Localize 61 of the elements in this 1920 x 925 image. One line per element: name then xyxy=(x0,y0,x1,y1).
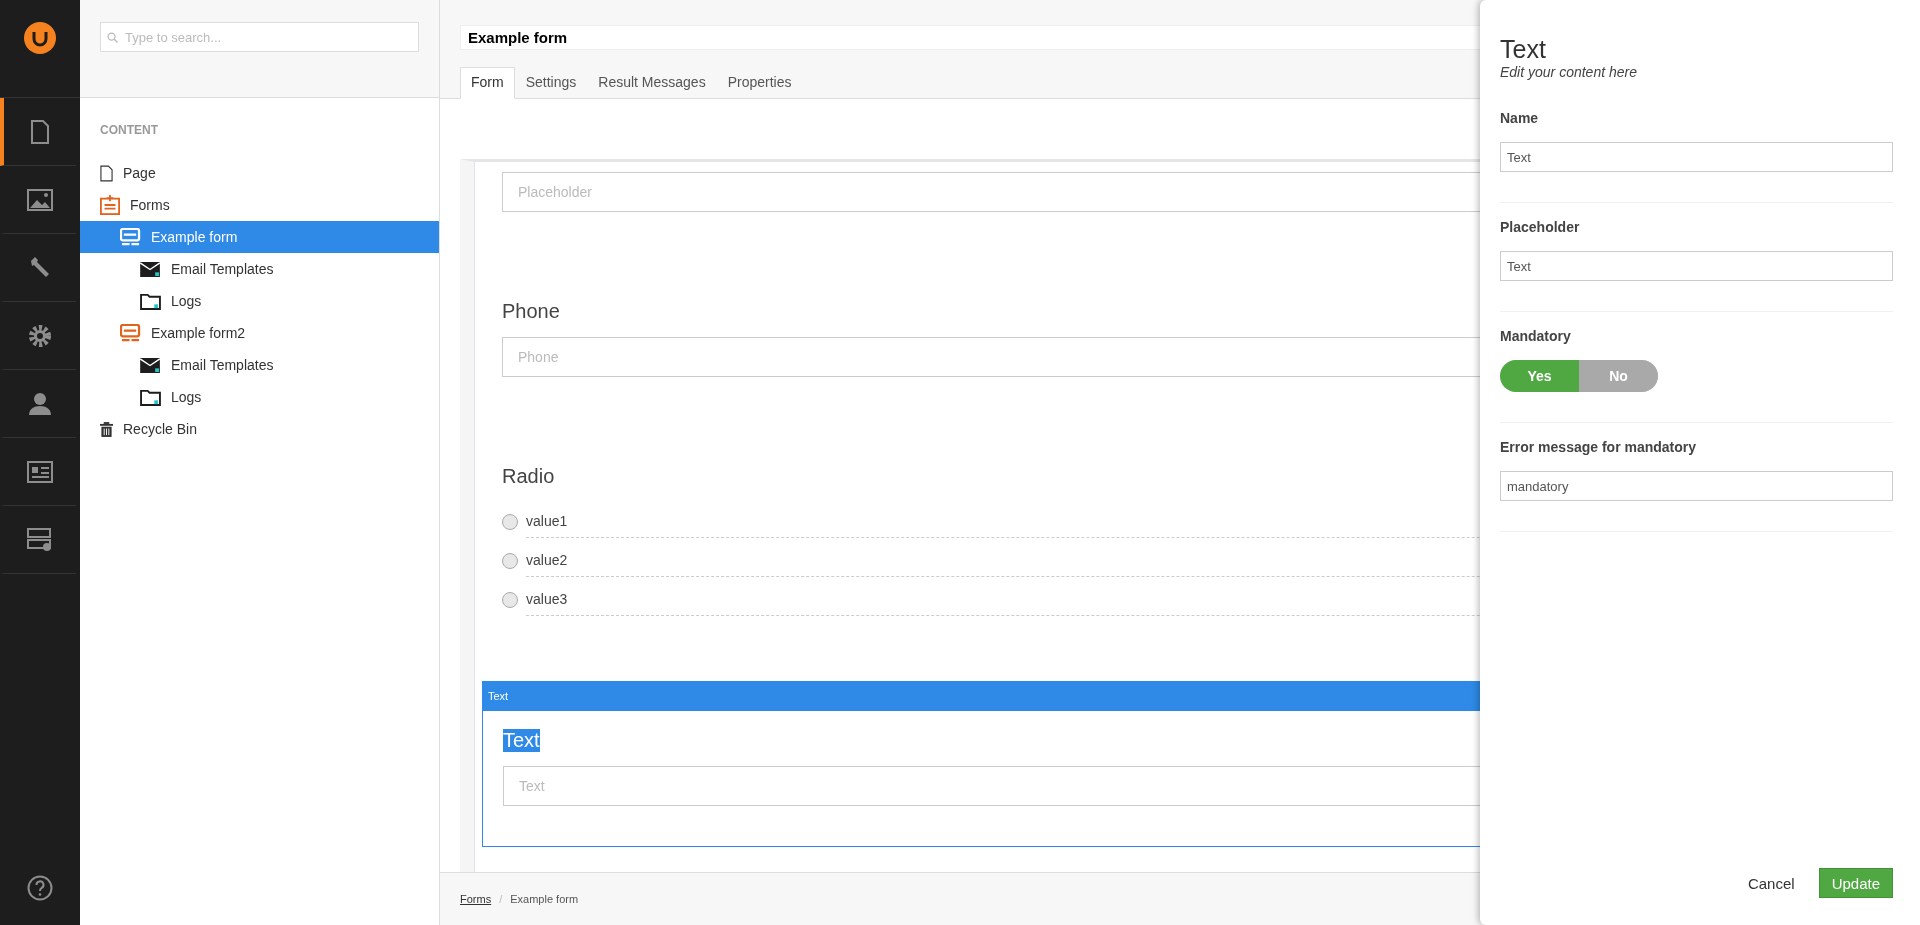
cancel-button[interactable]: Cancel xyxy=(1741,868,1801,898)
tab[interactable]: Form xyxy=(460,67,515,99)
tab[interactable]: Result Messages xyxy=(587,67,717,99)
image-icon xyxy=(27,188,53,211)
tree-item[interactable]: Recycle Bin xyxy=(80,413,439,445)
radio-button[interactable] xyxy=(502,591,518,608)
field-label: Text xyxy=(503,729,540,752)
clipboard-icon xyxy=(100,195,120,215)
tree-item[interactable]: Logs xyxy=(80,285,439,317)
tree-item[interactable]: Example form xyxy=(80,221,439,253)
setting-input-field[interactable]: Text xyxy=(1500,142,1893,172)
section-nav-item[interactable] xyxy=(0,98,76,166)
tree-item[interactable]: Logs xyxy=(80,381,439,413)
envelope-icon xyxy=(140,261,161,277)
tab[interactable]: Properties xyxy=(716,67,803,99)
radio-button[interactable] xyxy=(502,552,518,569)
form-icon xyxy=(120,227,141,247)
document-icon xyxy=(30,119,50,144)
setting-label: Error message for mandatory xyxy=(1500,439,1698,455)
setting-label: Placeholder xyxy=(1500,219,1581,235)
tree-item-label: Forms xyxy=(130,197,170,213)
radio-button[interactable] xyxy=(502,513,518,530)
tree-item[interactable]: Email Templates xyxy=(80,253,439,285)
form-icon xyxy=(120,323,141,343)
wrench-icon xyxy=(28,255,52,280)
field-label: Phone xyxy=(502,300,560,323)
search-field[interactable]: Type to search... xyxy=(100,22,419,52)
tree-item-label: Email Templates xyxy=(171,357,274,373)
tab[interactable]: Settings xyxy=(514,67,588,99)
tree-item-label: Page xyxy=(123,165,156,181)
tree-item-label: Email Templates xyxy=(171,261,274,277)
tree-item[interactable]: Page xyxy=(80,157,439,189)
document-icon xyxy=(100,164,113,182)
tree-item[interactable]: Forms xyxy=(80,189,439,221)
form-icon xyxy=(27,527,53,552)
envelope-icon xyxy=(140,357,161,373)
help-icon[interactable] xyxy=(27,875,53,901)
tree-item-label: Recycle Bin xyxy=(123,421,197,437)
tree-item[interactable]: Example form2 xyxy=(80,317,439,349)
breadcrumb-separator: / xyxy=(499,893,503,905)
section-heading: CONTENT xyxy=(99,122,159,139)
folder-icon xyxy=(140,388,161,406)
tree-item-label: Logs xyxy=(171,389,202,405)
gear-icon xyxy=(28,323,52,348)
search-icon xyxy=(107,32,118,43)
tree-item[interactable]: Email Templates xyxy=(80,349,439,381)
person-icon xyxy=(28,391,52,416)
setting-input-field[interactable]: mandatory xyxy=(1500,471,1893,501)
panel-subtitle: Edit your content here xyxy=(1500,64,1638,80)
setting-label: Name xyxy=(1500,110,1540,126)
logo-icon[interactable] xyxy=(24,22,56,54)
tree-item-label: Logs xyxy=(171,293,202,309)
setting-input-field[interactable]: Text xyxy=(1500,251,1893,281)
breadcrumb-link[interactable]: Forms xyxy=(460,893,492,905)
tree-item-label: Example form xyxy=(151,229,238,245)
breadcrumb-current: Example form xyxy=(510,893,579,905)
trash-icon xyxy=(100,421,113,437)
tree-item-label: Example form2 xyxy=(151,325,246,341)
field-label: Radio xyxy=(502,465,555,488)
folder-icon xyxy=(140,292,161,310)
id-card-icon xyxy=(27,460,53,483)
